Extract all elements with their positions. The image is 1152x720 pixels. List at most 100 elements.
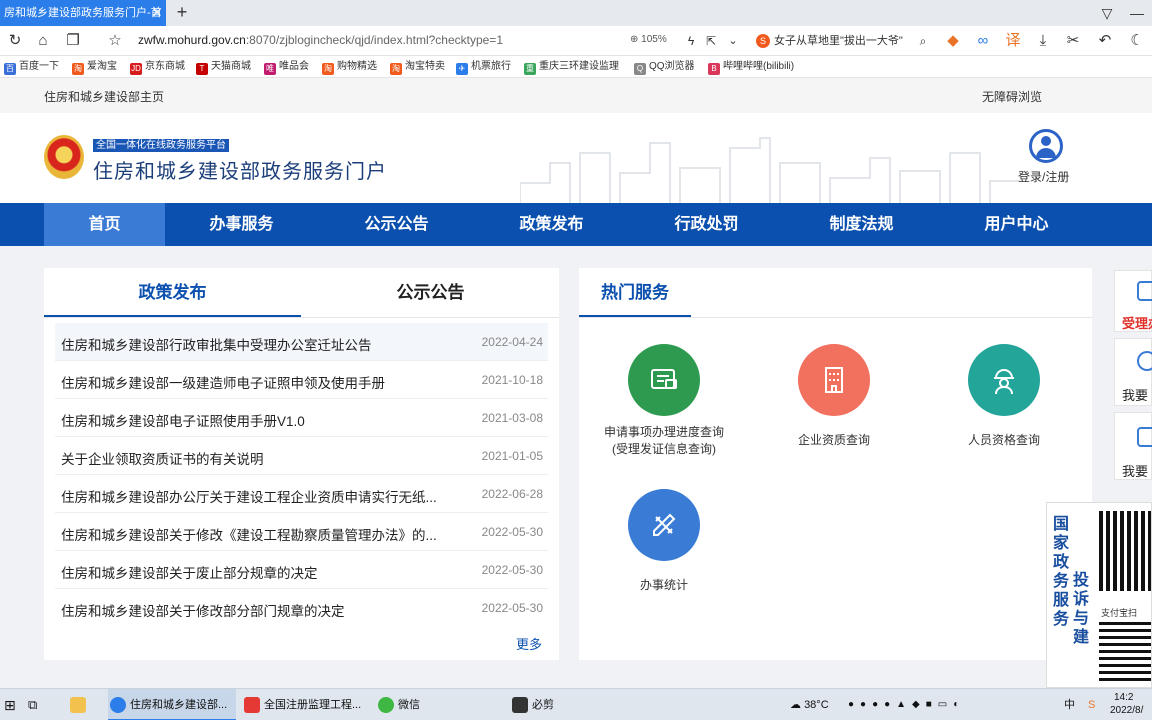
nav-announcements[interactable]: 公示公告 bbox=[336, 203, 457, 246]
sogou-tray-icon[interactable]: S bbox=[1088, 689, 1106, 720]
bookmark-label: 哔哩哔哩(bilibili) bbox=[723, 61, 795, 72]
site-title: 住房和城乡建设部政务服务门户 bbox=[93, 161, 387, 183]
login-register-link[interactable]: 登录/注册 bbox=[1018, 168, 1069, 185]
bookmark-item[interactable]: JD 京东商城 bbox=[130, 59, 185, 75]
bookmark-item[interactable]: T 天猫商城 bbox=[196, 59, 251, 75]
float-card-complain[interactable]: 我要 bbox=[1114, 412, 1152, 480]
news-item[interactable]: 住房和城乡建设部一级建造师电子证照申领及使用手册 2021-10-18 bbox=[55, 361, 548, 399]
start-menu-icon[interactable]: ⊞ bbox=[4, 689, 24, 720]
accessibility-link[interactable]: 无障碍浏览 bbox=[982, 88, 1042, 105]
news-item[interactable]: 住房和城乡建设部行政审批集中受理办公室迁址公告 2022-04-24 bbox=[55, 323, 548, 361]
pin-icon[interactable]: ▽ bbox=[1094, 0, 1120, 26]
bookmark-item[interactable]: 淘淘宝特卖 bbox=[390, 59, 445, 75]
nav-user-center[interactable]: 用户中心 bbox=[956, 203, 1077, 246]
news-item[interactable]: 住房和城乡建设部关于修改部分部门规章的决定 2022-05-30 bbox=[55, 589, 548, 627]
qr-code-widget[interactable]: 国家政务服务 投诉与建 支付宝扫 bbox=[1046, 502, 1152, 688]
bookmark-item[interactable]: 淘爱淘宝 bbox=[72, 59, 117, 75]
personnel-qualification-label[interactable]: 人员资格查询 bbox=[924, 432, 1084, 449]
pencil-ruler-icon[interactable] bbox=[628, 489, 700, 561]
new-tab-icon[interactable]: + bbox=[172, 0, 192, 26]
qr-vertical-subtitle: 投诉与建 bbox=[1073, 572, 1090, 646]
bookmark-label: 购物精选 bbox=[337, 61, 377, 72]
nav-services[interactable]: 办事服务 bbox=[181, 203, 302, 246]
more-link[interactable]: 更多 bbox=[516, 634, 542, 653]
news-panel: 政策发布 公示公告 住房和城乡建设部行政审批集中受理办公室迁址公告 2022-04… bbox=[44, 268, 559, 660]
browser-tab-active[interactable]: 房和城乡建设部政务服务门户-首 bbox=[0, 0, 166, 26]
skyline-decoration bbox=[520, 137, 1020, 203]
wps-icon bbox=[244, 697, 260, 713]
taskbar-app-wechat[interactable]: 微信 bbox=[376, 689, 504, 720]
translate-icon[interactable]: 译 bbox=[1002, 30, 1024, 52]
news-item[interactable]: 关于企业领取资质证书的有关说明 2021-01-05 bbox=[55, 437, 548, 475]
float-card-accept[interactable]: 受理办 bbox=[1114, 270, 1152, 332]
scissors-icon[interactable]: ✂ bbox=[1062, 30, 1084, 52]
progress-query-icon[interactable] bbox=[628, 344, 700, 416]
extension-icon[interactable]: ∞ bbox=[972, 30, 994, 52]
zoom-level[interactable]: ⊕ 105% bbox=[630, 34, 667, 45]
dark-mode-icon[interactable]: ☾ bbox=[1126, 30, 1148, 52]
chevron-down-icon[interactable]: ⌄ bbox=[722, 30, 744, 52]
file-explorer-icon[interactable] bbox=[68, 689, 90, 720]
url-field[interactable]: zwfw.mohurd.gov.cn:8070/zjblogincheck/qj… bbox=[138, 33, 503, 47]
bookmark-item[interactable]: 重重庆三环建设监理 bbox=[524, 59, 619, 75]
company-qualification-label[interactable]: 企业资质查询 bbox=[754, 432, 914, 449]
folder-icon bbox=[70, 697, 86, 713]
ime-indicator[interactable]: 中 bbox=[1064, 689, 1078, 720]
bookmark-item[interactable]: Q QQ浏览器 bbox=[634, 59, 695, 75]
system-clock[interactable]: 14:2 2022/8/ bbox=[1110, 691, 1143, 717]
taskbar-app-browser[interactable]: 住房和城乡建设部... bbox=[108, 689, 236, 720]
weather-temp: 38°C bbox=[804, 699, 829, 711]
undo-icon[interactable]: ↶ bbox=[1094, 30, 1116, 52]
bijian-icon bbox=[512, 697, 528, 713]
lightning-icon[interactable]: ϟ bbox=[680, 30, 702, 52]
bookmark-star-icon[interactable]: ☆ bbox=[104, 30, 126, 52]
news-title: 关于企业领取资质证书的有关说明 bbox=[61, 452, 264, 467]
taskbar-app-bijian[interactable]: 必剪 bbox=[510, 689, 638, 720]
ministry-home-link[interactable]: 住房和城乡建设部主页 bbox=[44, 88, 164, 105]
search-input[interactable]: S 女子从草地里"拔出一大爷" bbox=[756, 31, 932, 51]
reader-icon[interactable]: ❐ bbox=[62, 30, 84, 52]
refresh-icon[interactable]: ↻ bbox=[4, 30, 26, 52]
float-card-label: 我要 bbox=[1122, 388, 1149, 403]
worker-helmet-icon[interactable] bbox=[968, 344, 1040, 416]
bookmark-item[interactable]: 百百度一下 bbox=[4, 59, 59, 75]
progress-query-label[interactable]: 申请事项办理进度查询 (受理发证信息查询) bbox=[584, 424, 744, 458]
news-item[interactable]: 住房和城乡建设部电子证照使用手册V1.0 2021-03-08 bbox=[55, 399, 548, 437]
service-statistics-label[interactable]: 办事统计 bbox=[584, 577, 744, 594]
tab-policy[interactable]: 政策发布 bbox=[44, 268, 301, 318]
float-card-consult[interactable]: 我要 bbox=[1114, 338, 1152, 406]
address-bar: ↻ ⌂ ❐ ☆ zwfw.mohurd.gov.cn:8070/zjblogin… bbox=[0, 26, 1152, 56]
nav-home[interactable]: 首页 bbox=[44, 203, 165, 246]
bookmark-item[interactable]: 淘购物精选 bbox=[322, 59, 377, 75]
game-icon[interactable]: ◆ bbox=[942, 30, 964, 52]
news-date: 2022-06-28 bbox=[481, 487, 543, 501]
home-icon[interactable]: ⌂ bbox=[32, 30, 54, 52]
wechat-icon bbox=[378, 697, 394, 713]
minimize-icon[interactable]: — bbox=[1124, 0, 1150, 26]
search-icon[interactable]: ⌕ bbox=[912, 30, 934, 52]
site-header: 全国一体化在线政务服务平台 住房和城乡建设部政务服务门户 登录/注册 bbox=[0, 113, 1152, 203]
bookmark-item[interactable]: ✈ 机票旅行 bbox=[456, 59, 511, 75]
taskbar-app-wps[interactable]: 全国注册监理工程... bbox=[242, 689, 370, 720]
news-title: 住房和城乡建设部电子证照使用手册V1.0 bbox=[61, 414, 305, 429]
user-avatar-icon[interactable] bbox=[1029, 129, 1063, 163]
weather-widget[interactable]: ☁ 38°C bbox=[790, 689, 829, 720]
tab-close-icon[interactable]: ✕ bbox=[150, 0, 164, 26]
share-icon[interactable]: ⇱ bbox=[700, 30, 722, 52]
bookmark-label: 唯品会 bbox=[279, 61, 309, 72]
task-view-icon[interactable]: ⧉ bbox=[28, 689, 48, 720]
nav-regulations[interactable]: 制度法规 bbox=[801, 203, 922, 246]
bookmark-item[interactable]: 唯唯品会 bbox=[264, 59, 309, 75]
bookmark-item[interactable]: B 哔哩哔哩(bilibili) bbox=[708, 59, 808, 75]
news-item[interactable]: 住房和城乡建设部办公厅关于建设工程企业资质申请实行无纸... 2022-06-28 bbox=[55, 475, 548, 513]
nav-policy[interactable]: 政策发布 bbox=[491, 203, 612, 246]
news-item[interactable]: 住房和城乡建设部关于废止部分规章的决定 2022-05-30 bbox=[55, 551, 548, 589]
news-item[interactable]: 住房和城乡建设部关于修改《建设工程勘察质量管理办法》的... 2022-05-30 bbox=[55, 513, 548, 551]
nav-penalties[interactable]: 行政处罚 bbox=[646, 203, 767, 246]
bookmark-label: QQ浏览器 bbox=[649, 61, 695, 72]
tab-announcements[interactable]: 公示公告 bbox=[302, 268, 559, 318]
clock-time: 14:2 bbox=[1114, 692, 1134, 703]
building-icon[interactable] bbox=[798, 344, 870, 416]
tray-icons[interactable]: ●●●●▲◆■▭◐ bbox=[848, 689, 965, 720]
download-icon[interactable]: ⤓ bbox=[1032, 30, 1054, 52]
